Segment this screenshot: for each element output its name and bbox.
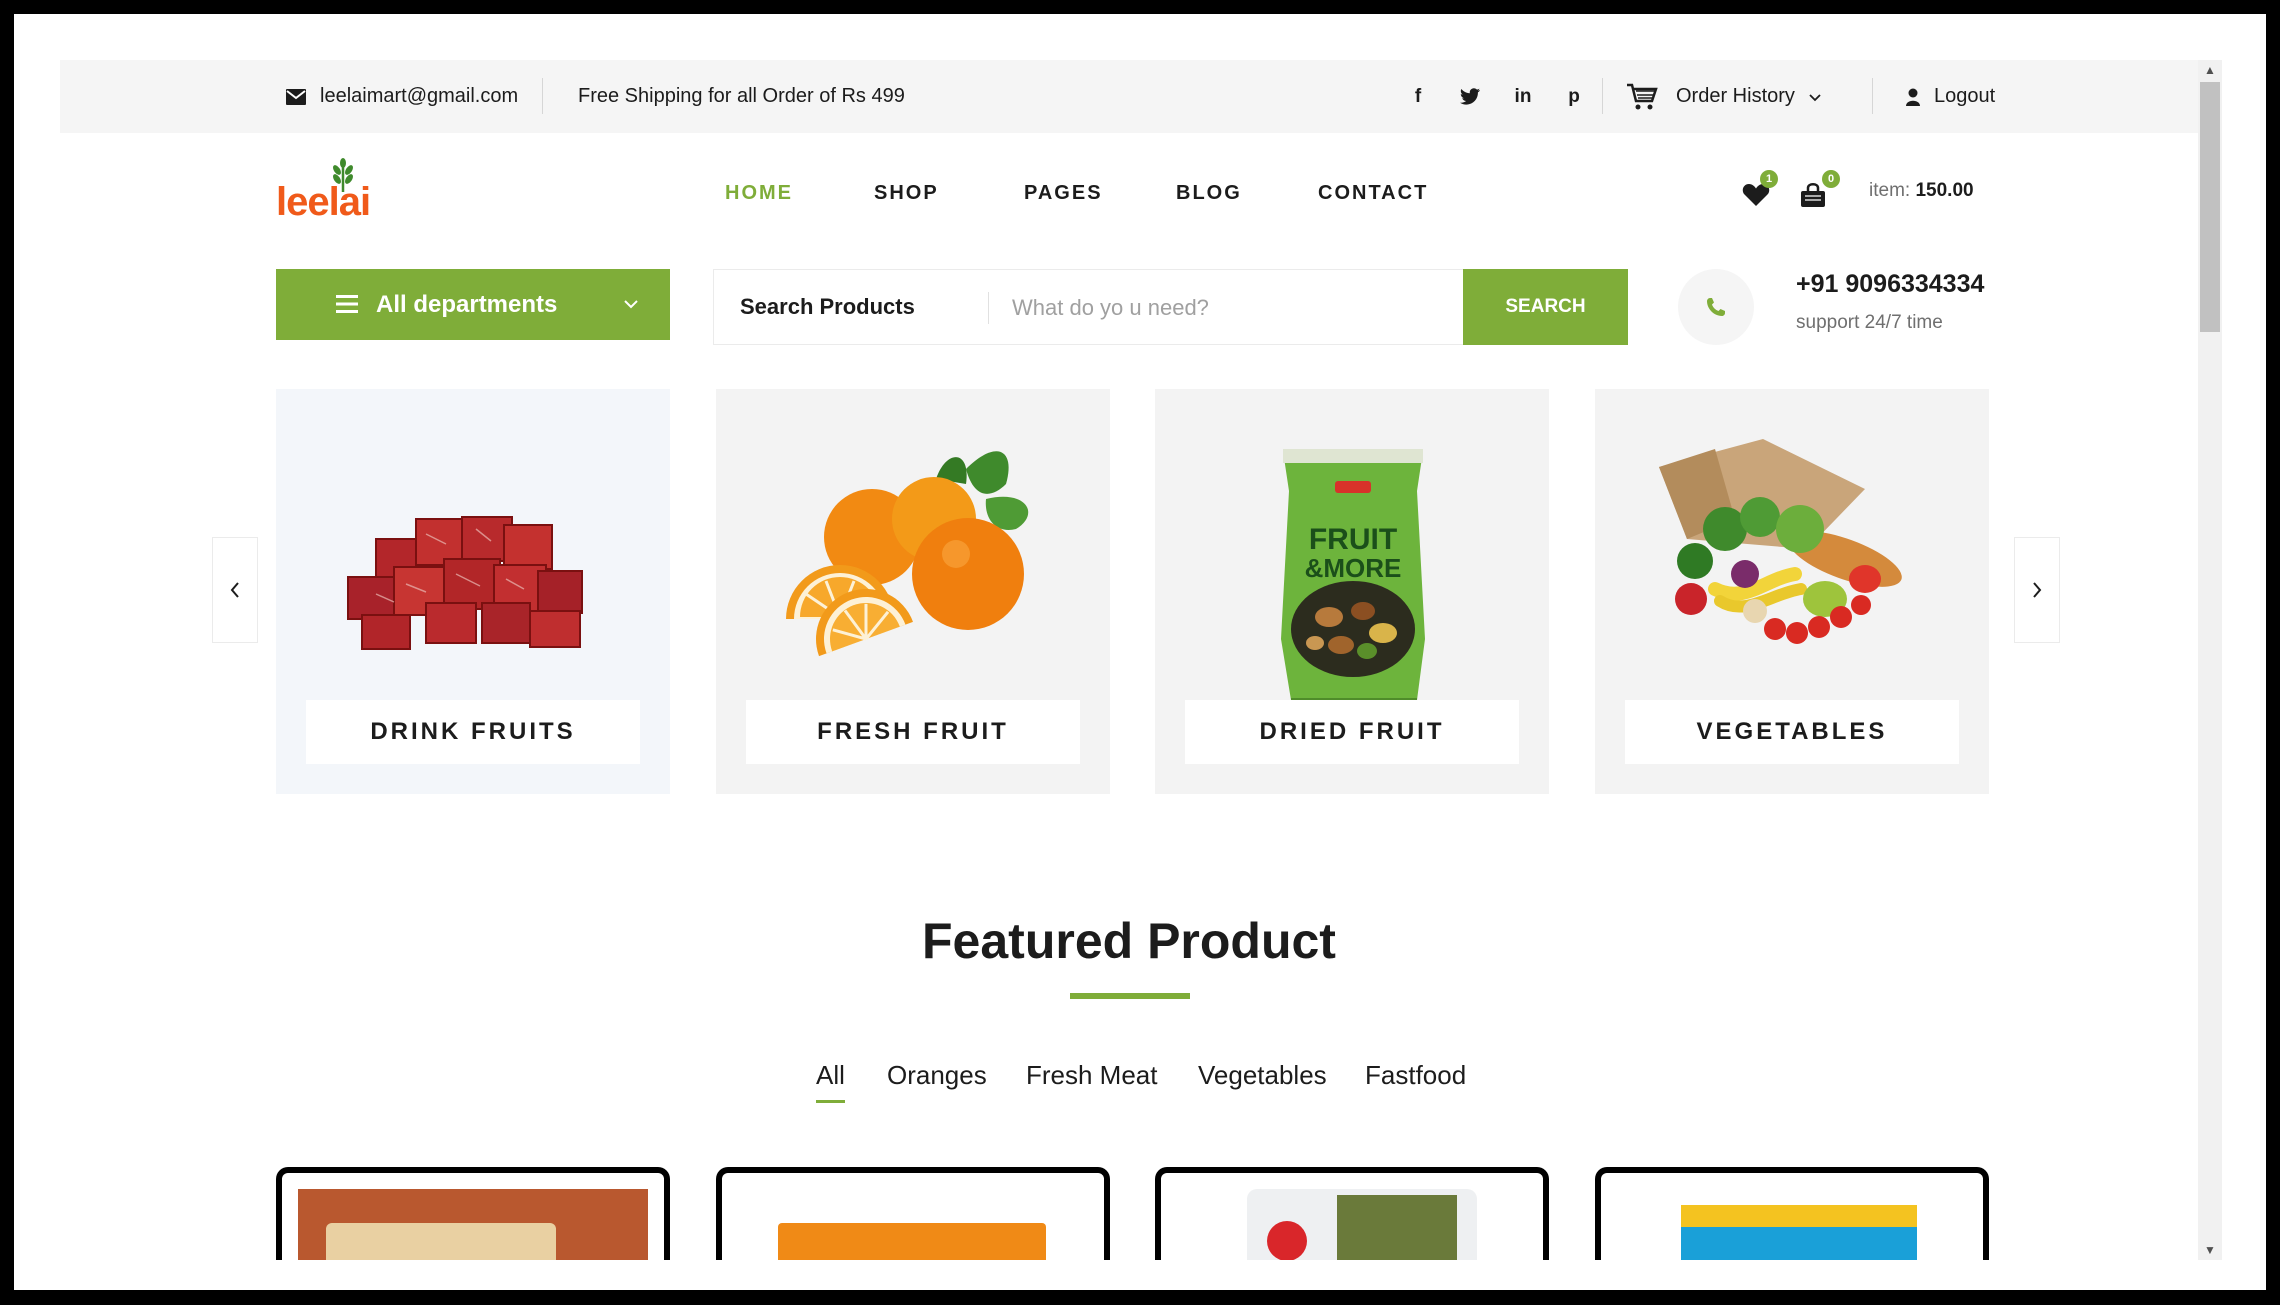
support-hours: support 24/7 time bbox=[1796, 312, 1943, 333]
top-bar: leelaimart@gmail.com Free Shipping for a… bbox=[60, 60, 2198, 133]
order-history-menu[interactable]: Order History bbox=[1626, 60, 1821, 133]
category-card-drink-fruits[interactable]: DRINK FRUITS bbox=[276, 389, 670, 794]
envelope-icon bbox=[286, 88, 306, 105]
cart-total-value: 150.00 bbox=[1915, 180, 1974, 201]
twitter-icon[interactable] bbox=[1450, 60, 1490, 133]
filter-fresh-meat[interactable]: Fresh Meat bbox=[1026, 1060, 1158, 1091]
cart-total-label: item: bbox=[1869, 180, 1911, 201]
wishlist-count-badge: 1 bbox=[1760, 170, 1778, 188]
shopping-bag-icon bbox=[1801, 183, 1825, 207]
section-title: Featured Product bbox=[922, 913, 1336, 969]
product-card[interactable] bbox=[716, 1167, 1110, 1260]
logo-text: leelai bbox=[276, 180, 371, 224]
search-button[interactable]: SEARCH bbox=[1463, 269, 1628, 345]
chevron-right-icon bbox=[2033, 582, 2042, 598]
chevron-down-icon bbox=[624, 300, 638, 309]
vertical-scrollbar[interactable]: ▲ ▼ bbox=[2198, 60, 2222, 1260]
email-text: leelaimart@gmail.com bbox=[320, 85, 519, 107]
nav-blog[interactable]: BLOG bbox=[1176, 182, 1242, 205]
search-category[interactable]: Search Products bbox=[740, 294, 915, 320]
carousel-next-button[interactable] bbox=[2014, 537, 2060, 643]
oranges-image bbox=[786, 451, 1029, 657]
filter-all[interactable]: All bbox=[816, 1060, 845, 1103]
screen: leelaimart@gmail.com Free Shipping for a… bbox=[14, 14, 2266, 1290]
dried-fruit-pack-image: FRUIT &MORE bbox=[1281, 449, 1425, 700]
cart-count-badge: 0 bbox=[1822, 170, 1840, 188]
search-bar: Search Products SEARCH bbox=[713, 269, 1628, 345]
svg-text:&MORE: &MORE bbox=[1305, 553, 1402, 583]
chevron-left-icon bbox=[230, 582, 239, 598]
chevron-down-icon bbox=[1809, 85, 1821, 108]
divider bbox=[1872, 78, 1873, 114]
product-card[interactable] bbox=[276, 1167, 670, 1260]
category-label: DRINK FRUITS bbox=[306, 700, 640, 764]
logout-label: Logout bbox=[1934, 85, 1996, 107]
scrollbar-thumb[interactable] bbox=[2200, 82, 2220, 332]
filter-oranges[interactable]: Oranges bbox=[887, 1060, 987, 1091]
browser-viewport: leelaimart@gmail.com Free Shipping for a… bbox=[60, 60, 2198, 1260]
product-image bbox=[298, 1189, 648, 1260]
email-contact[interactable]: leelaimart@gmail.com bbox=[286, 60, 518, 133]
category-card-vegetables[interactable]: VEGETABLES bbox=[1595, 389, 1989, 794]
grocery-bag-image bbox=[1659, 439, 1902, 644]
wishlist-button[interactable]: 1 bbox=[1742, 170, 1786, 214]
pinterest-icon[interactable]: p bbox=[1554, 60, 1594, 133]
all-departments-button[interactable]: All departments bbox=[276, 269, 670, 340]
menu-icon bbox=[336, 295, 358, 313]
phone-icon bbox=[1707, 298, 1725, 316]
divider bbox=[988, 292, 989, 324]
linkedin-icon[interactable]: in bbox=[1503, 60, 1543, 133]
title-underline bbox=[1070, 993, 1190, 999]
category-label: DRIED FRUIT bbox=[1185, 700, 1519, 764]
phone-number: +91 9096334334 bbox=[1796, 270, 1985, 298]
shopping-cart-icon bbox=[1626, 83, 1658, 111]
search-input[interactable] bbox=[1012, 288, 1472, 328]
nav-contact[interactable]: CONTACT bbox=[1318, 182, 1428, 205]
all-departments-label: All departments bbox=[376, 291, 558, 318]
product-card[interactable] bbox=[1595, 1167, 1989, 1260]
scroll-down-arrow-icon[interactable]: ▼ bbox=[2198, 1240, 2222, 1260]
product-image bbox=[1177, 1189, 1527, 1260]
product-image bbox=[1617, 1189, 1967, 1260]
cart-button[interactable]: 0 bbox=[1800, 170, 1844, 214]
nav-pages[interactable]: PAGES bbox=[1024, 182, 1103, 205]
product-card[interactable] bbox=[1155, 1167, 1549, 1260]
svg-text:FRUIT: FRUIT bbox=[1309, 523, 1397, 556]
scroll-up-arrow-icon[interactable]: ▲ bbox=[2198, 60, 2222, 80]
filter-vegetables[interactable]: Vegetables bbox=[1198, 1060, 1327, 1091]
meat-cubes-image bbox=[347, 516, 583, 650]
user-icon bbox=[1906, 88, 1920, 106]
category-label: FRESH FRUIT bbox=[746, 700, 1080, 764]
facebook-icon[interactable]: f bbox=[1398, 60, 1438, 133]
category-label: VEGETABLES bbox=[1625, 700, 1959, 764]
cart-total: item: 150.00 bbox=[1869, 180, 1974, 202]
category-card-fresh-fruit[interactable]: FRESH FRUIT bbox=[716, 389, 1110, 794]
site-logo[interactable]: leelai bbox=[276, 158, 396, 238]
category-card-dried-fruit[interactable]: FRUIT &MORE DRIED FRUIT bbox=[1155, 389, 1549, 794]
logout-link[interactable]: Logout bbox=[1906, 60, 1995, 133]
nav-home[interactable]: HOME bbox=[725, 182, 793, 205]
phone-button[interactable] bbox=[1678, 269, 1754, 345]
filter-fastfood[interactable]: Fastfood bbox=[1365, 1060, 1466, 1091]
divider bbox=[1602, 78, 1603, 114]
nav-shop[interactable]: SHOP bbox=[874, 182, 939, 205]
divider bbox=[542, 78, 543, 114]
order-history-label: Order History bbox=[1676, 85, 1795, 107]
shipping-notice: Free Shipping for all Order of Rs 499 bbox=[578, 85, 905, 107]
product-image bbox=[738, 1189, 1088, 1260]
carousel-prev-button[interactable] bbox=[212, 537, 258, 643]
